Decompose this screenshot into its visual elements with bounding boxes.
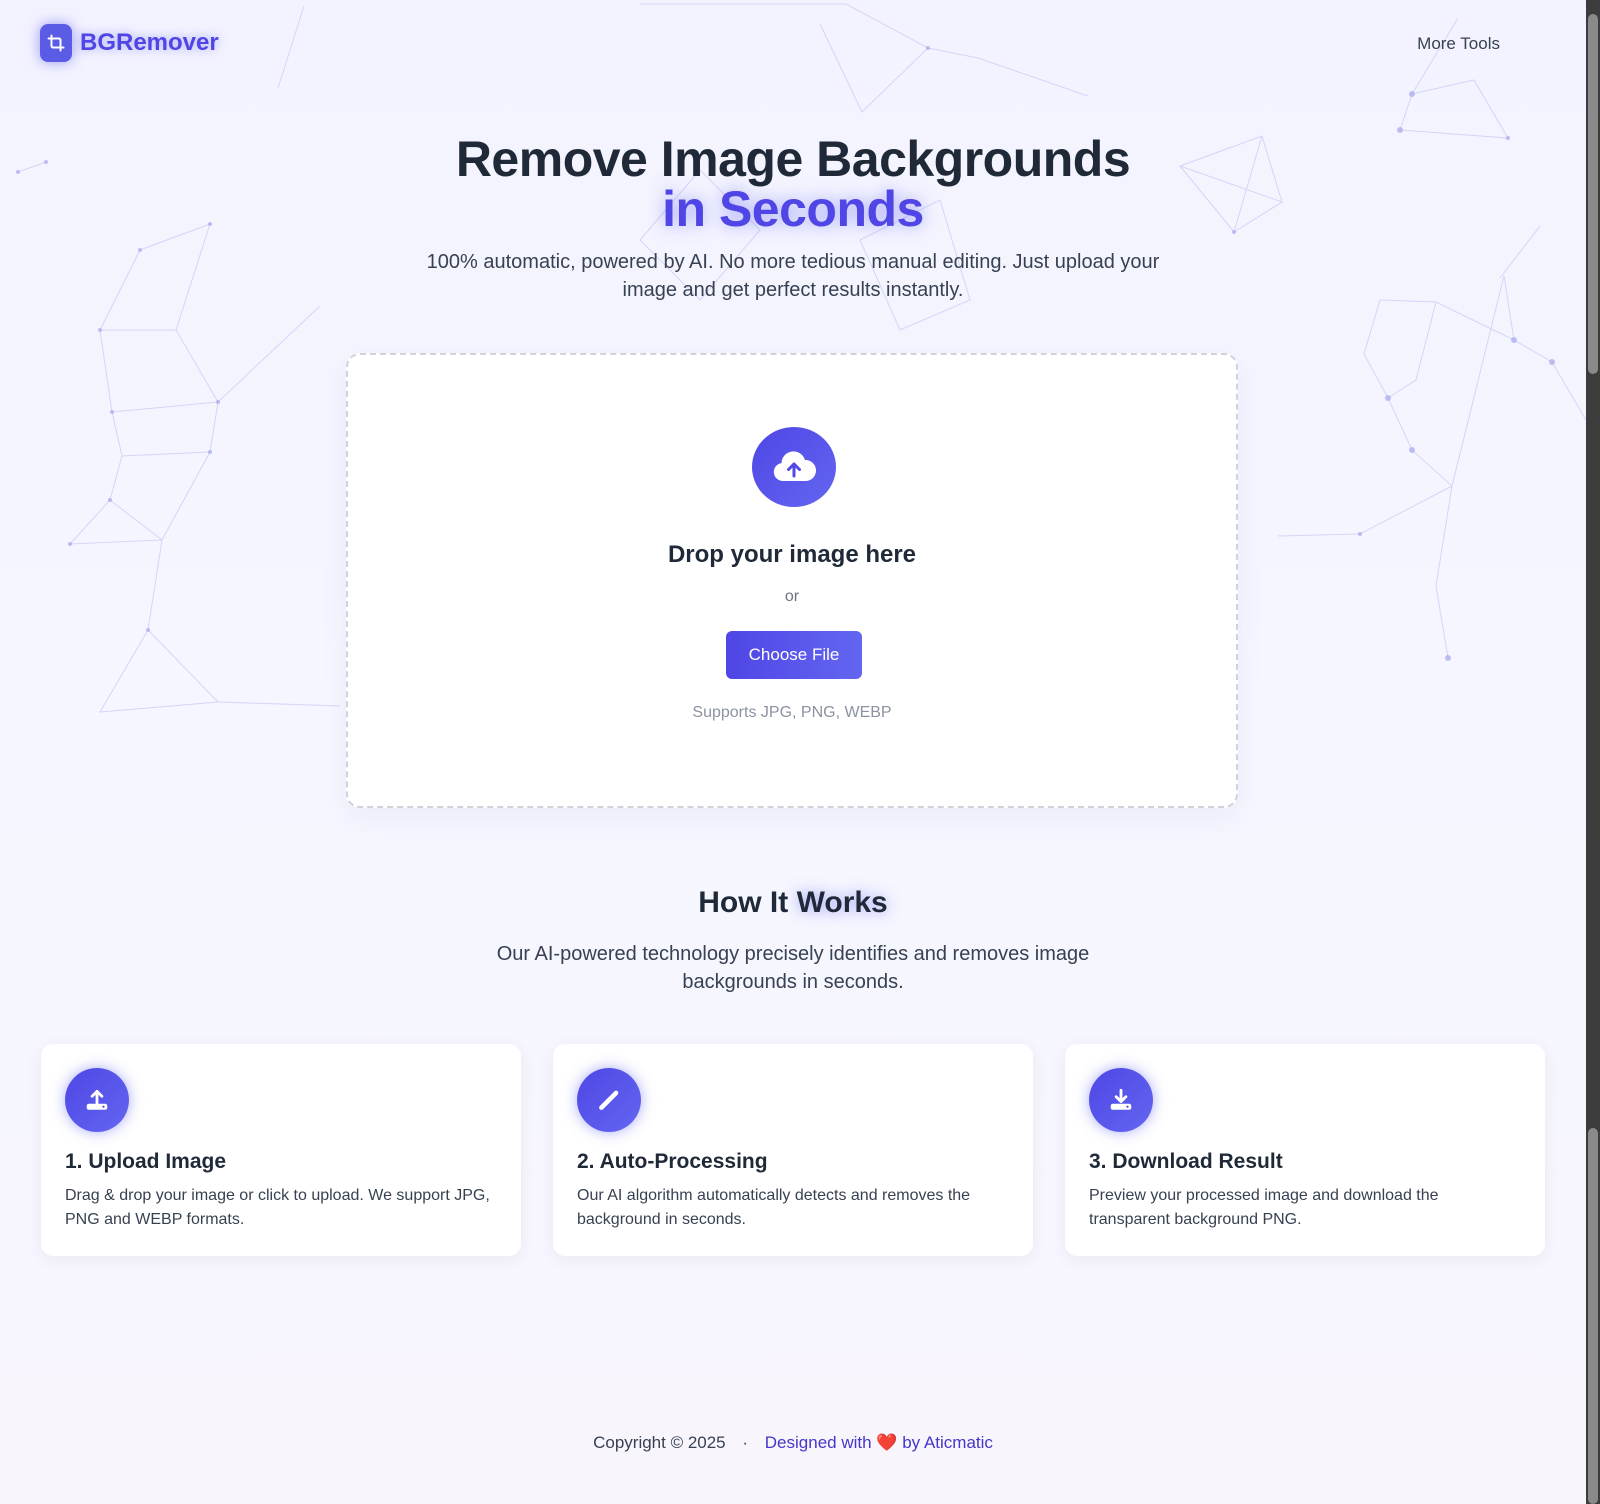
step-card-upload: 1. Upload Image Drag & drop your image o…	[41, 1044, 521, 1256]
designed-prefix: Designed with	[764, 1433, 872, 1452]
crop-icon	[40, 24, 72, 62]
how-it-works-subtitle-wrap: Our AI-powered technology precisely iden…	[0, 940, 1586, 996]
hero-title-line1: Remove Image Backgrounds	[455, 131, 1131, 187]
dropzone-title: Drop your image here	[667, 541, 917, 568]
step-description: Drag & drop your image or click to uploa…	[65, 1187, 490, 1228]
step-card-download: 3. Download Result Preview your processe…	[1065, 1044, 1545, 1256]
hero-subtitle: 100% automatic, powered by AI. No more t…	[426, 251, 1160, 301]
designed-suffix: by Aticmatic	[902, 1433, 993, 1452]
copyright-text: Copyright © 2025	[593, 1433, 726, 1452]
step-description: Our AI algorithm automatically detects a…	[577, 1187, 971, 1228]
upload-dropzone[interactable]: Drop your image here or Choose File Supp…	[346, 353, 1238, 808]
designer-credit-link[interactable]: Designed with ❤️ by Aticmatic	[765, 1433, 993, 1452]
hero-section: Remove Image Backgrounds in Seconds	[0, 134, 1586, 234]
scrollbar-thumb-lower[interactable]	[1588, 1128, 1598, 1504]
step-title: 1. Upload Image	[65, 1150, 227, 1173]
scrollbar-thumb[interactable]	[1588, 14, 1598, 374]
magic-wand-icon	[577, 1068, 641, 1132]
step-title: 3. Download Result	[1089, 1150, 1283, 1173]
scrollbar[interactable]	[1586, 0, 1600, 1504]
upload-icon	[65, 1068, 129, 1132]
how-it-works-subtitle: Our AI-powered technology precisely iden…	[496, 943, 1090, 993]
hero-title: Remove Image Backgrounds in Seconds	[0, 134, 1586, 234]
how-title-part1: How It	[698, 886, 789, 919]
how-it-works-title: How It Works	[0, 886, 1586, 920]
hero-title-accent: in Seconds	[662, 181, 924, 237]
footer-separator: ·	[742, 1433, 749, 1452]
step-description: Preview your processed image and downloa…	[1089, 1187, 1439, 1228]
download-icon	[1089, 1068, 1153, 1132]
more-tools-link[interactable]: More Tools	[1417, 34, 1500, 54]
brand-logo[interactable]: BGRemover	[40, 24, 219, 62]
choose-file-button[interactable]: Choose File	[726, 631, 862, 679]
header: BGRemover More Tools	[0, 0, 1586, 88]
how-title-part2: Works	[796, 886, 888, 919]
cloud-upload-icon	[752, 427, 836, 507]
step-card-processing: 2. Auto-Processing Our AI algorithm auto…	[553, 1044, 1033, 1256]
step-title: 2. Auto-Processing	[577, 1150, 768, 1173]
supported-formats-note: Supports JPG, PNG, WEBP	[692, 704, 892, 721]
heart-icon: ❤️	[876, 1433, 898, 1452]
hero-subtitle-wrap: 100% automatic, powered by AI. No more t…	[0, 248, 1586, 304]
footer: Copyright © 2025 · Designed with ❤️ by A…	[0, 1433, 1586, 1453]
brand-name: BGRemover	[80, 29, 219, 56]
dropzone-or: or	[784, 588, 800, 605]
